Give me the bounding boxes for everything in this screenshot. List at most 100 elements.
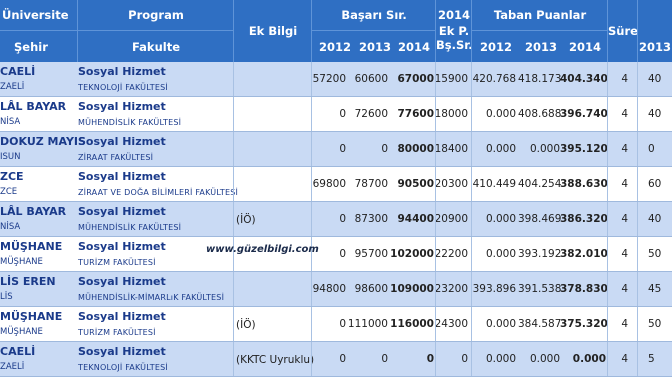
column-divider <box>607 342 608 376</box>
university-name-link[interactable]: CAELİ <box>0 345 35 358</box>
table-row[interactable]: MÜŞHANE MÜŞHANE Sosyal Hizmet TURİZM FAKÜLT… <box>0 307 672 342</box>
cell-b2012: 0 <box>339 213 346 225</box>
cell-ekp: 18400 <box>434 143 468 155</box>
column-divider <box>233 307 234 341</box>
cell-t2013: 0.000 <box>529 143 560 155</box>
cell-sure: 4 <box>621 353 628 365</box>
table-row[interactable]: MÜŞHANE MÜŞHANE Sosyal Hizmet TURİZM FAKÜLT… <box>0 237 672 272</box>
cell-ekp: 20900 <box>434 213 468 225</box>
program-name-link[interactable]: Sosyal Hizmet <box>78 275 166 288</box>
table-row[interactable]: LİS EREN LİS Sosyal Hizmet MÜHENDİSLİK-MİMA… <box>0 272 672 307</box>
column-divider <box>471 237 472 271</box>
header-t2014[interactable]: 2014 <box>562 40 608 54</box>
table-row[interactable]: ZCE ZCE Sosyal Hizmet ZİRAAT VE DOĞA BİLİML… <box>0 167 672 202</box>
column-divider <box>607 97 608 131</box>
column-divider <box>471 202 472 236</box>
faculty-name: MÜHENDİSLİK FAKÜLTESİ <box>78 118 182 127</box>
faculty-name: MÜHENDİSLİK FAKÜLTESİ <box>78 223 182 232</box>
cell-b2012: 69800 <box>312 178 346 190</box>
header-t2012[interactable]: 2012 <box>472 40 520 54</box>
header-sehir[interactable]: Şehir <box>14 40 48 54</box>
column-divider <box>471 272 472 306</box>
cell-t2013: 391.538 <box>518 283 562 295</box>
column-divider <box>311 202 312 236</box>
cell-last: 0 <box>648 143 655 155</box>
faculty-name: TURİZM FAKÜLTESİ <box>78 328 156 337</box>
university-name-link[interactable]: LİS EREN <box>0 275 56 288</box>
cell-t2013: 398.469 <box>518 213 562 225</box>
program-name-link[interactable]: Sosyal Hizmet <box>78 205 166 218</box>
header-last-2013[interactable]: 2013 <box>638 40 672 54</box>
header-divider <box>311 30 435 31</box>
faculty-name: TEKNOLOJİ FAKÜLTESİ <box>78 363 168 372</box>
cell-b2012: 0 <box>339 353 346 365</box>
header-b2014[interactable]: 2014 <box>392 40 436 54</box>
cell-b2014: 102000 <box>390 248 434 260</box>
cell-sure: 4 <box>621 178 628 190</box>
cell-b2014: 77600 <box>397 108 434 120</box>
program-name-link[interactable]: Sosyal Hizmet <box>78 345 166 358</box>
cell-b2014: 109000 <box>390 283 434 295</box>
university-name-link[interactable]: DOKUZ MAYIS <box>0 135 86 148</box>
table-row[interactable]: CAELİ ZAELİ Sosyal Hizmet TEKNOLOJİ FAKÜLTE… <box>0 62 672 97</box>
cell-sure: 4 <box>621 73 628 85</box>
header-2014-ekp: 2014 <box>437 8 470 22</box>
header-t2013[interactable]: 2013 <box>520 40 562 54</box>
program-name-link[interactable]: Sosyal Hizmet <box>78 310 166 323</box>
cell-last: 45 <box>648 283 662 295</box>
program-name-link[interactable]: Sosyal Hizmet <box>78 100 166 113</box>
table-row[interactable]: DOKUZ MAYIS ISUN Sosyal Hizmet ZİRAAT FAKÜL… <box>0 132 672 167</box>
cell-b2014: 0 <box>426 353 434 365</box>
header-ekp-2[interactable]: Bş.Sr. <box>436 38 473 52</box>
extra-info: (KKTC Uyruklu) <box>236 354 315 366</box>
header-b2013[interactable]: 2013 <box>358 40 392 54</box>
cell-t2014: 395.120 <box>560 143 608 155</box>
university-name-link[interactable]: LÂL BAYAR <box>0 100 66 113</box>
table-row[interactable]: LÂL BAYAR NİSA Sosyal Hizmet MÜHENDİSLİK FA… <box>0 202 672 237</box>
cell-t2014: 375.320 <box>560 318 608 330</box>
university-name-link[interactable]: CAELİ <box>0 65 35 78</box>
university-name-link[interactable]: ZCE <box>0 170 24 183</box>
header-divider <box>0 30 233 31</box>
program-name-link[interactable]: Sosyal Hizmet <box>78 65 166 78</box>
column-divider <box>311 342 312 376</box>
city-name: NİSA <box>0 222 21 232</box>
cell-b2012: 0 <box>339 318 346 330</box>
cell-last: 50 <box>648 318 662 330</box>
program-name-link[interactable]: Sosyal Hizmet <box>78 170 166 183</box>
cell-b2013: 0 <box>381 143 388 155</box>
table-header: Üniversite Şehir Program Fakulte Ek Bilg… <box>0 0 672 62</box>
cell-b2012: 94800 <box>312 283 346 295</box>
header-fakulte[interactable]: Fakulte <box>78 40 234 54</box>
header-divider <box>637 0 638 62</box>
cell-b2013: 0 <box>381 353 388 365</box>
header-sure[interactable]: Süre <box>608 24 638 38</box>
cell-b2012: 0 <box>339 108 346 120</box>
cell-b2013: 78700 <box>354 178 388 190</box>
cell-last: 5 <box>648 353 655 365</box>
header-universite[interactable]: Üniversite <box>2 8 69 22</box>
table-row[interactable]: LÂL BAYAR NİSA Sosyal Hizmet MÜHENDİSLİK FA… <box>0 97 672 132</box>
cell-t2014: 396.740 <box>560 108 608 120</box>
cell-sure: 4 <box>621 143 628 155</box>
column-divider <box>607 202 608 236</box>
city-name: NİSA <box>0 117 21 127</box>
column-divider <box>471 342 472 376</box>
cell-b2014: 116000 <box>390 318 434 330</box>
column-divider <box>233 272 234 306</box>
header-ek-bilgi[interactable]: Ek Bilgi <box>234 24 312 38</box>
university-name-link[interactable]: MÜŞHANE <box>0 310 62 323</box>
program-name-link[interactable]: Sosyal Hizmet <box>78 240 166 253</box>
city-name: ZAELİ <box>0 362 25 372</box>
cell-t2014: 388.630 <box>560 178 608 190</box>
column-divider <box>607 62 608 96</box>
cell-b2013: 95700 <box>354 248 388 260</box>
column-divider <box>607 237 608 271</box>
header-program[interactable]: Program <box>78 8 234 22</box>
program-name-link[interactable]: Sosyal Hizmet <box>78 135 166 148</box>
university-name-link[interactable]: LÂL BAYAR <box>0 205 66 218</box>
university-name-link[interactable]: MÜŞHANE <box>0 240 62 253</box>
column-divider <box>311 307 312 341</box>
header-b2012[interactable]: 2012 <box>312 40 358 54</box>
cell-b2013: 60600 <box>354 73 388 85</box>
